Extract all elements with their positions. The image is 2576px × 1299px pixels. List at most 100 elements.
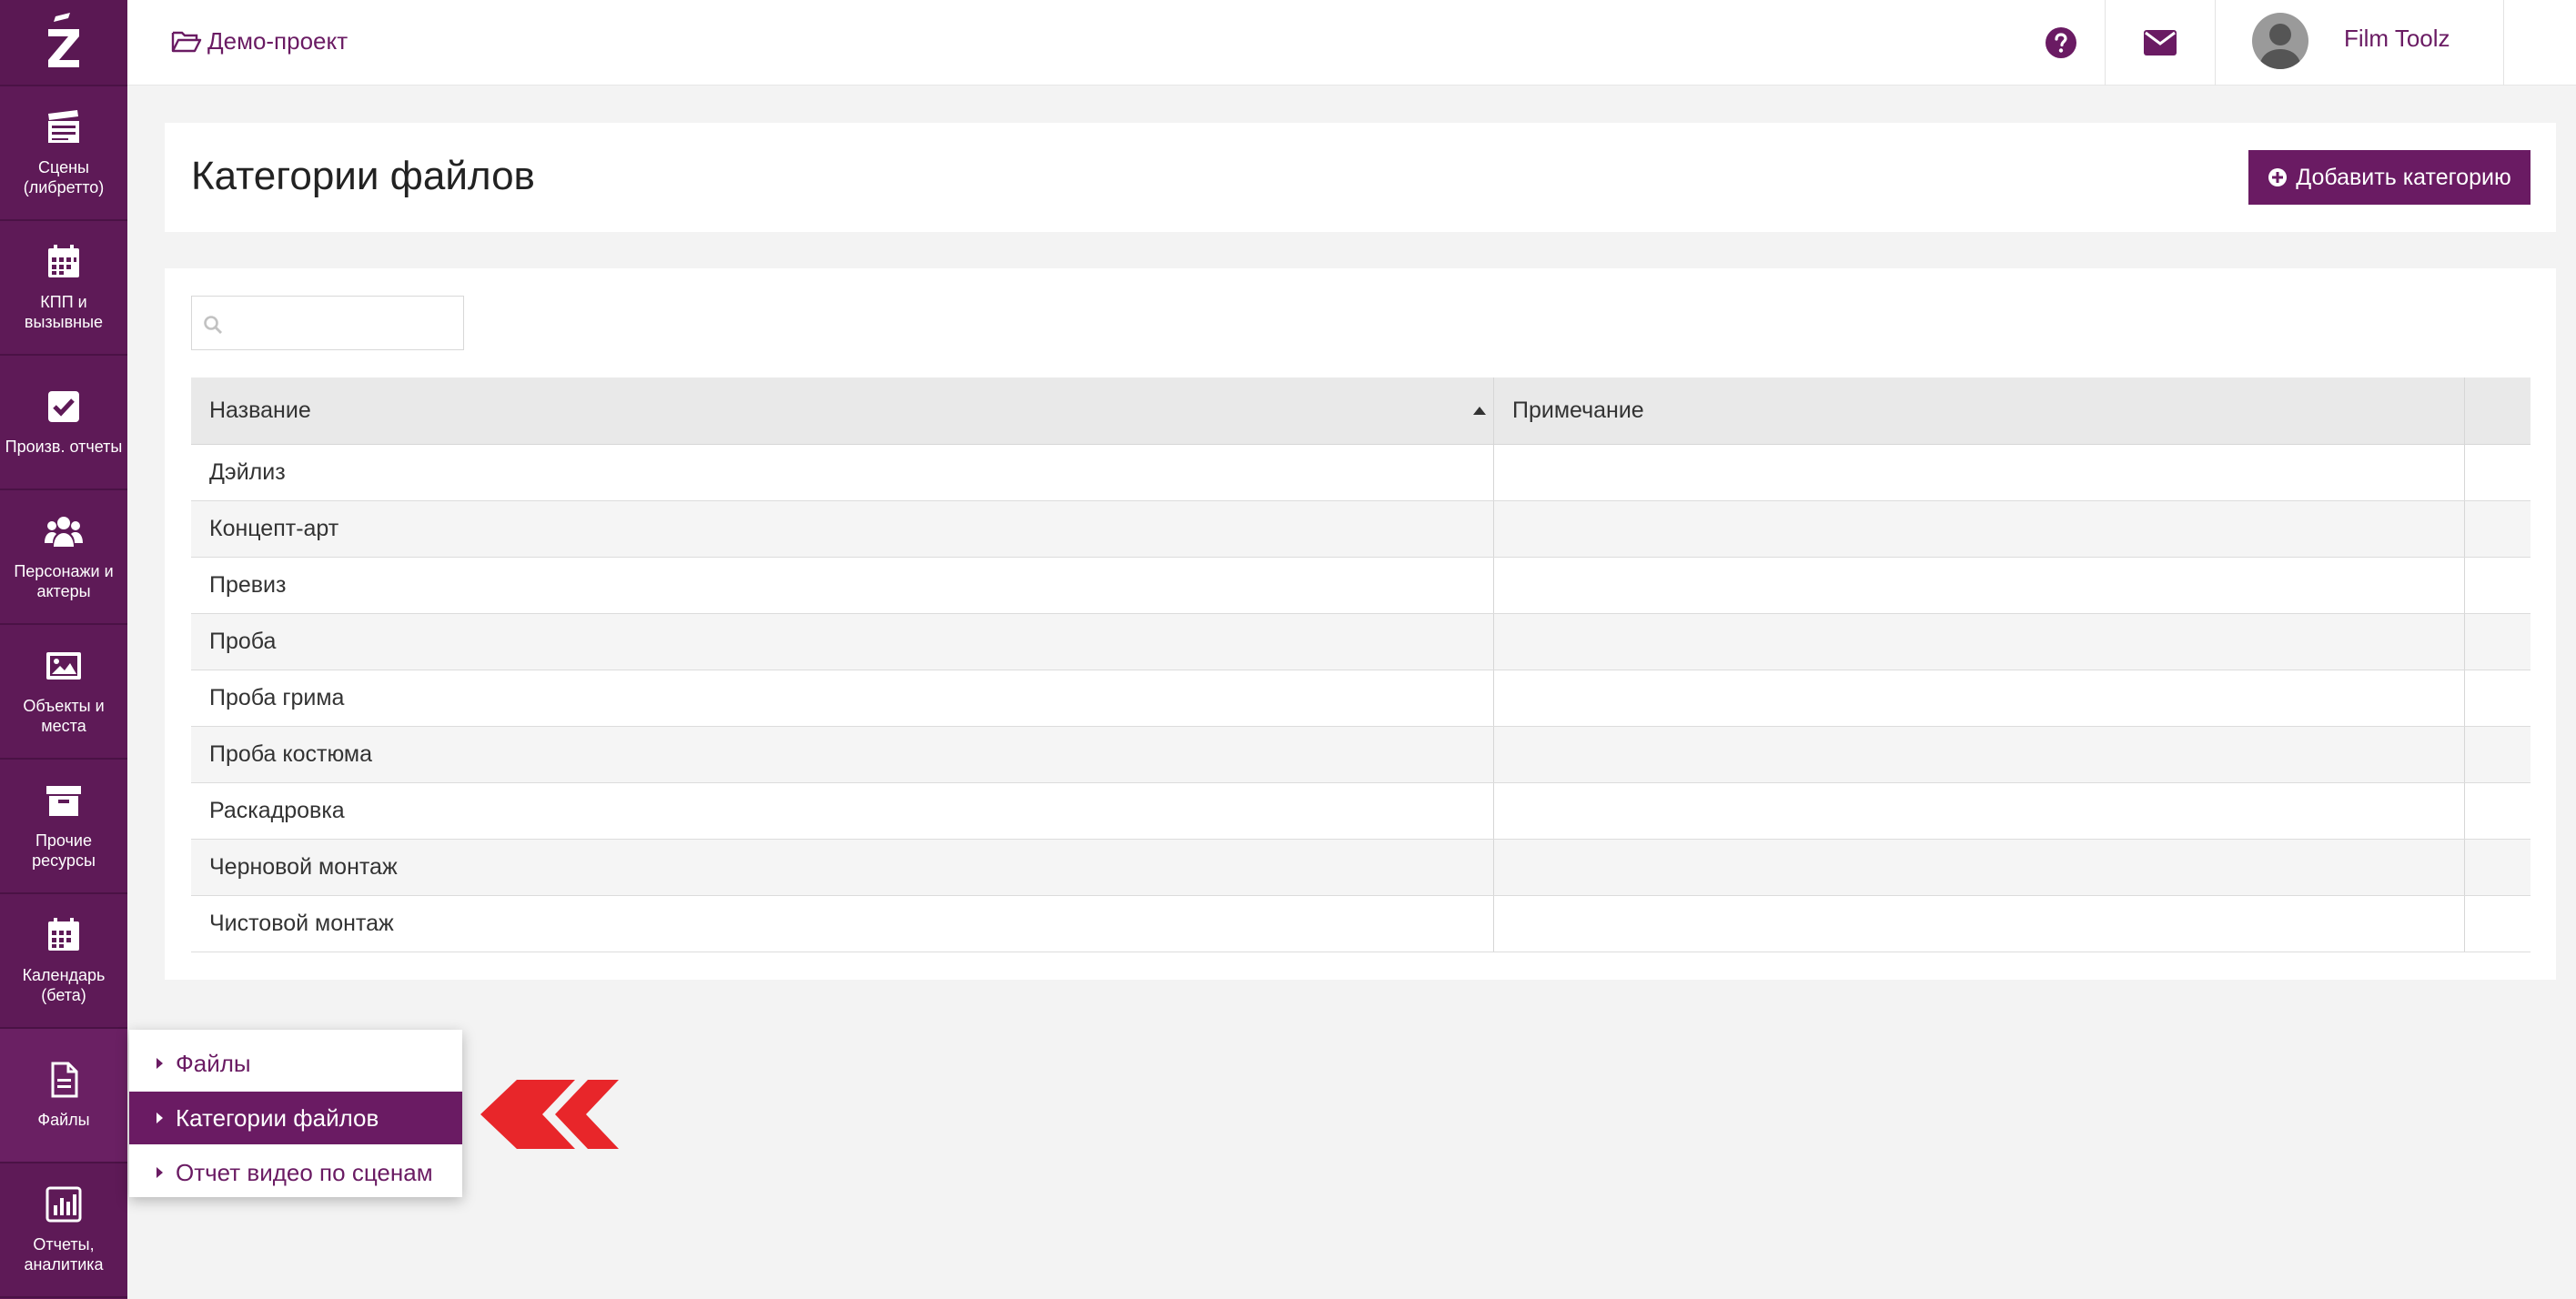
- sidebar-item-objects[interactable]: Объекты и места: [0, 625, 127, 760]
- table-row[interactable]: Черновой монтаж: [191, 840, 2531, 896]
- cell-name: Концепт-арт: [191, 501, 1494, 557]
- divider: [2503, 0, 2504, 86]
- calendar-icon: [45, 243, 83, 281]
- pointer-arrows-icon: [480, 1080, 619, 1149]
- column-header-name[interactable]: Название: [191, 378, 1494, 444]
- cell-actions: [2465, 614, 2531, 670]
- column-header-label: Примечание: [1512, 398, 1644, 423]
- sidebar-item-label: Прочие ресурсы: [32, 831, 96, 870]
- table-row[interactable]: Проба грима: [191, 670, 2531, 727]
- cell-name: Черновой монтаж: [191, 840, 1494, 895]
- user-avatar-icon: [2259, 24, 2301, 69]
- table-row[interactable]: Проба костюма: [191, 727, 2531, 783]
- messages-button[interactable]: [2106, 0, 2215, 86]
- app-logo[interactable]: [0, 0, 127, 86]
- cell-name: Превиз: [191, 558, 1494, 613]
- cell-actions: [2465, 558, 2531, 613]
- table-header: Название Примечание: [191, 378, 2531, 445]
- project-link[interactable]: Демо-проект: [171, 27, 348, 55]
- caret-right-icon: [157, 1167, 163, 1178]
- sidebar-item-label: Персонажи и актеры: [14, 562, 114, 600]
- table-row[interactable]: Проба: [191, 614, 2531, 670]
- question-circle-icon: [2046, 27, 2076, 58]
- page-header: Категории файлов Добавить категорию: [165, 123, 2556, 232]
- search-input[interactable]: [232, 302, 454, 344]
- divider: [2215, 0, 2216, 86]
- cell-name: Раскадровка: [191, 783, 1494, 839]
- submenu-item-video-report[interactable]: Отчет видео по сценам: [129, 1146, 462, 1199]
- sidebar-item-calendar[interactable]: Календарь (бета): [0, 894, 127, 1029]
- cell-note: [1494, 501, 2465, 557]
- add-category-label: Добавить категорию: [2296, 164, 2511, 190]
- bar-chart-icon: [45, 1185, 83, 1223]
- cell-name: Проба: [191, 614, 1494, 670]
- table-row[interactable]: Чистовой монтаж: [191, 896, 2531, 952]
- envelope-icon: [2144, 30, 2177, 55]
- sidebar: Сцены (либретто) КПП и вызывные Произв. …: [0, 0, 127, 1299]
- table-row[interactable]: Концепт-арт: [191, 501, 2531, 558]
- caret-right-icon: [157, 1113, 163, 1123]
- plus-circle-icon: [2268, 168, 2288, 186]
- sidebar-item-resources[interactable]: Прочие ресурсы: [0, 760, 127, 894]
- cell-note: [1494, 840, 2465, 895]
- help-button[interactable]: [2011, 0, 2111, 86]
- caret-right-icon: [157, 1058, 163, 1069]
- cell-actions: [2465, 896, 2531, 952]
- table-row[interactable]: Дэйлиз: [191, 445, 2531, 501]
- table-row[interactable]: Превиз: [191, 558, 2531, 614]
- cell-note: [1494, 727, 2465, 782]
- cell-note: [1494, 783, 2465, 839]
- submenu-item-files[interactable]: Файлы: [129, 1037, 462, 1090]
- submenu-item-label: Файлы: [176, 1049, 251, 1077]
- cell-name: Дэйлиз: [191, 445, 1494, 500]
- image-icon: [45, 647, 83, 685]
- cell-actions: [2465, 783, 2531, 839]
- top-bar: Демо-проект Film Toolz RU: [127, 0, 2576, 86]
- cell-name: Проба костюма: [191, 727, 1494, 782]
- clapperboard-icon: [45, 108, 83, 146]
- page-title: Категории файлов: [191, 154, 535, 198]
- sidebar-item-label: Файлы: [37, 1111, 90, 1129]
- files-submenu: Файлы Категории файлов Отчет видео по сц…: [129, 1030, 462, 1197]
- table-row[interactable]: Раскадровка: [191, 783, 2531, 840]
- column-header-actions: [2465, 378, 2531, 444]
- calendar-icon: [45, 916, 83, 954]
- submenu-item-file-categories[interactable]: Категории файлов: [129, 1092, 462, 1144]
- submenu-item-label: Отчет видео по сценам: [176, 1158, 433, 1186]
- add-category-button[interactable]: Добавить категорию: [2248, 150, 2531, 205]
- column-header-label: Название: [209, 398, 311, 423]
- sidebar-item-kpp[interactable]: КПП и вызывные: [0, 221, 127, 356]
- categories-table: Название Примечание Дэйлиз Концепт-арт П…: [191, 378, 2531, 952]
- search-box: [191, 296, 464, 350]
- archive-icon: [45, 781, 83, 820]
- sidebar-item-label: Объекты и места: [23, 697, 105, 735]
- folder-open-icon: [171, 31, 202, 52]
- cell-note: [1494, 670, 2465, 726]
- project-name: Демо-проект: [207, 27, 349, 55]
- search-icon: [204, 316, 222, 334]
- username[interactable]: Film Toolz: [2344, 25, 2450, 53]
- sidebar-item-label: КПП и вызывные: [24, 293, 104, 331]
- cell-name: Чистовой монтаж: [191, 896, 1494, 952]
- avatar[interactable]: [2252, 13, 2308, 69]
- sidebar-item-scenes[interactable]: Сцены (либретто): [0, 86, 127, 221]
- sidebar-item-reports[interactable]: Произв. отчеты: [0, 356, 127, 490]
- sidebar-item-label: Отчеты, аналитика: [24, 1235, 104, 1274]
- file-icon: [45, 1061, 83, 1099]
- column-header-note[interactable]: Примечание: [1494, 378, 2465, 444]
- cell-note: [1494, 445, 2465, 500]
- users-icon: [45, 512, 83, 550]
- cell-note: [1494, 614, 2465, 670]
- sidebar-item-characters[interactable]: Персонажи и актеры: [0, 490, 127, 625]
- cell-note: [1494, 896, 2465, 952]
- cell-actions: [2465, 670, 2531, 726]
- cell-note: [1494, 558, 2465, 613]
- submenu-item-label: Категории файлов: [176, 1103, 379, 1132]
- cell-actions: [2465, 501, 2531, 557]
- logo-z-icon: [48, 12, 79, 67]
- cell-actions: [2465, 727, 2531, 782]
- cell-name: Проба грима: [191, 670, 1494, 726]
- sidebar-item-files[interactable]: Файлы: [0, 1029, 127, 1163]
- sidebar-item-analytics[interactable]: Отчеты, аналитика: [0, 1163, 127, 1298]
- sidebar-item-label: Сцены (либретто): [23, 158, 105, 196]
